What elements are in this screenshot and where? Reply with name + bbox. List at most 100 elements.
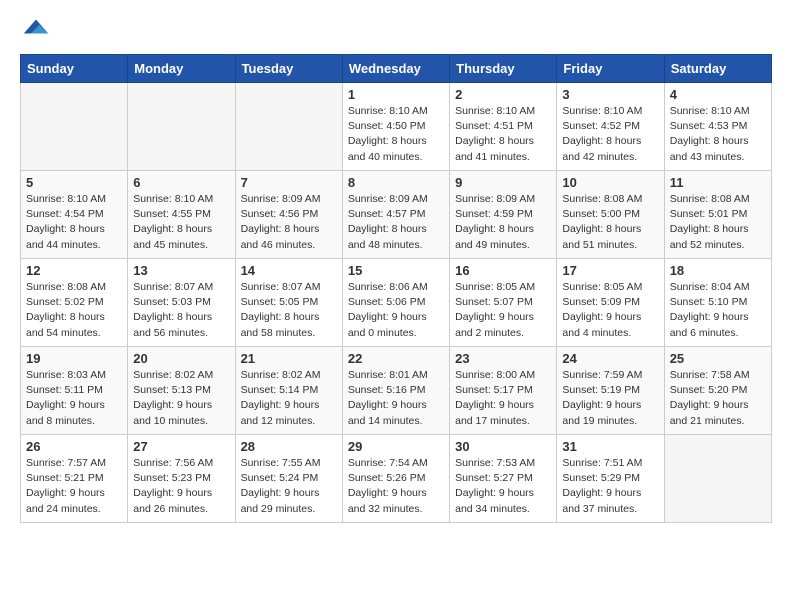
header	[20, 16, 772, 44]
day-info: Sunrise: 8:10 AM Sunset: 4:53 PM Dayligh…	[670, 104, 766, 165]
day-number: 9	[455, 175, 551, 190]
day-number: 7	[241, 175, 337, 190]
day-info: Sunrise: 8:09 AM Sunset: 4:56 PM Dayligh…	[241, 192, 337, 253]
day-number: 24	[562, 351, 658, 366]
calendar-cell: 7 Sunrise: 8:09 AM Sunset: 4:56 PM Daylig…	[235, 171, 342, 259]
day-number: 31	[562, 439, 658, 454]
day-number: 25	[670, 351, 766, 366]
day-number: 19	[26, 351, 122, 366]
calendar-header-wednesday: Wednesday	[342, 55, 449, 83]
calendar-cell: 23 Sunrise: 8:00 AM Sunset: 5:17 PM Dayli…	[450, 347, 557, 435]
day-info: Sunrise: 7:55 AM Sunset: 5:24 PM Dayligh…	[241, 456, 337, 517]
calendar-cell: 30 Sunrise: 7:53 AM Sunset: 5:27 PM Dayli…	[450, 435, 557, 523]
calendar-cell: 20Sunrise: 8:02 AM Sunset: 5:13 PM Dayli…	[128, 347, 235, 435]
calendar-cell: 14Sunrise: 8:07 AM Sunset: 5:05 PM Dayli…	[235, 259, 342, 347]
calendar-cell: 27Sunrise: 7:56 AM Sunset: 5:23 PM Dayli…	[128, 435, 235, 523]
day-info: Sunrise: 8:10 AM Sunset: 4:52 PM Dayligh…	[562, 104, 658, 165]
calendar-cell: 3 Sunrise: 8:10 AM Sunset: 4:52 PM Daylig…	[557, 83, 664, 171]
calendar-cell	[235, 83, 342, 171]
calendar-header-friday: Friday	[557, 55, 664, 83]
day-info: Sunrise: 8:03 AM Sunset: 5:11 PM Dayligh…	[26, 368, 122, 429]
day-info: Sunrise: 8:02 AM Sunset: 5:14 PM Dayligh…	[241, 368, 337, 429]
calendar-cell: 26 Sunrise: 7:57 AM Sunset: 5:21 PM Dayli…	[21, 435, 128, 523]
calendar-cell: 31 Sunrise: 7:51 AM Sunset: 5:29 PM Dayli…	[557, 435, 664, 523]
day-number: 16	[455, 263, 551, 278]
calendar-week-2: 5Sunrise: 8:10 AM Sunset: 4:54 PM Daylig…	[21, 171, 772, 259]
calendar-header-sunday: Sunday	[21, 55, 128, 83]
day-info: Sunrise: 7:54 AM Sunset: 5:26 PM Dayligh…	[348, 456, 444, 517]
day-number: 23	[455, 351, 551, 366]
day-number: 28	[241, 439, 337, 454]
day-info: Sunrise: 8:08 AM Sunset: 5:00 PM Dayligh…	[562, 192, 658, 253]
calendar-cell: 5Sunrise: 8:10 AM Sunset: 4:54 PM Daylig…	[21, 171, 128, 259]
day-info: Sunrise: 7:59 AM Sunset: 5:19 PM Dayligh…	[562, 368, 658, 429]
day-number: 30	[455, 439, 551, 454]
day-info: Sunrise: 8:06 AM Sunset: 5:06 PM Dayligh…	[348, 280, 444, 341]
calendar-cell: 24 Sunrise: 7:59 AM Sunset: 5:19 PM Dayli…	[557, 347, 664, 435]
calendar-cell: 4Sunrise: 8:10 AM Sunset: 4:53 PM Daylig…	[664, 83, 771, 171]
day-info: Sunrise: 8:01 AM Sunset: 5:16 PM Dayligh…	[348, 368, 444, 429]
day-info: Sunrise: 8:10 AM Sunset: 4:55 PM Dayligh…	[133, 192, 229, 253]
day-number: 11	[670, 175, 766, 190]
day-number: 29	[348, 439, 444, 454]
calendar-week-1: 1Sunrise: 8:10 AM Sunset: 4:50 PM Daylig…	[21, 83, 772, 171]
day-number: 2	[455, 87, 551, 102]
day-info: Sunrise: 8:09 AM Sunset: 4:57 PM Dayligh…	[348, 192, 444, 253]
day-info: Sunrise: 8:05 AM Sunset: 5:07 PM Dayligh…	[455, 280, 551, 341]
day-number: 8	[348, 175, 444, 190]
day-number: 26	[26, 439, 122, 454]
day-number: 13	[133, 263, 229, 278]
day-number: 21	[241, 351, 337, 366]
calendar-cell: 18 Sunrise: 8:04 AM Sunset: 5:10 PM Dayli…	[664, 259, 771, 347]
day-number: 15	[348, 263, 444, 278]
calendar-cell: 17 Sunrise: 8:05 AM Sunset: 5:09 PM Dayli…	[557, 259, 664, 347]
calendar-header-tuesday: Tuesday	[235, 55, 342, 83]
calendar-week-3: 12 Sunrise: 8:08 AM Sunset: 5:02 PM Dayli…	[21, 259, 772, 347]
calendar-cell: 13Sunrise: 8:07 AM Sunset: 5:03 PM Dayli…	[128, 259, 235, 347]
calendar-cell: 25 Sunrise: 7:58 AM Sunset: 5:20 PM Dayli…	[664, 347, 771, 435]
calendar-cell: 6 Sunrise: 8:10 AM Sunset: 4:55 PM Daylig…	[128, 171, 235, 259]
logo	[20, 16, 52, 44]
calendar-table: SundayMondayTuesdayWednesdayThursdayFrid…	[20, 54, 772, 523]
day-info: Sunrise: 7:51 AM Sunset: 5:29 PM Dayligh…	[562, 456, 658, 517]
calendar-cell: 11 Sunrise: 8:08 AM Sunset: 5:01 PM Dayli…	[664, 171, 771, 259]
day-info: Sunrise: 8:02 AM Sunset: 5:13 PM Dayligh…	[133, 368, 229, 429]
day-info: Sunrise: 7:58 AM Sunset: 5:20 PM Dayligh…	[670, 368, 766, 429]
day-number: 14	[241, 263, 337, 278]
day-number: 3	[562, 87, 658, 102]
calendar-cell	[664, 435, 771, 523]
calendar-cell: 10 Sunrise: 8:08 AM Sunset: 5:00 PM Dayli…	[557, 171, 664, 259]
day-number: 6	[133, 175, 229, 190]
calendar-cell: 29 Sunrise: 7:54 AM Sunset: 5:26 PM Dayli…	[342, 435, 449, 523]
calendar-cell: 16 Sunrise: 8:05 AM Sunset: 5:07 PM Dayli…	[450, 259, 557, 347]
day-info: Sunrise: 8:08 AM Sunset: 5:01 PM Dayligh…	[670, 192, 766, 253]
calendar-header-monday: Monday	[128, 55, 235, 83]
day-number: 1	[348, 87, 444, 102]
day-number: 22	[348, 351, 444, 366]
calendar-week-5: 26 Sunrise: 7:57 AM Sunset: 5:21 PM Dayli…	[21, 435, 772, 523]
day-number: 10	[562, 175, 658, 190]
calendar-cell	[128, 83, 235, 171]
calendar-cell: 2Sunrise: 8:10 AM Sunset: 4:51 PM Daylig…	[450, 83, 557, 171]
day-number: 12	[26, 263, 122, 278]
calendar-header-saturday: Saturday	[664, 55, 771, 83]
day-info: Sunrise: 8:05 AM Sunset: 5:09 PM Dayligh…	[562, 280, 658, 341]
day-info: Sunrise: 8:04 AM Sunset: 5:10 PM Dayligh…	[670, 280, 766, 341]
calendar-cell: 22 Sunrise: 8:01 AM Sunset: 5:16 PM Dayli…	[342, 347, 449, 435]
day-info: Sunrise: 7:57 AM Sunset: 5:21 PM Dayligh…	[26, 456, 122, 517]
calendar-cell: 19 Sunrise: 8:03 AM Sunset: 5:11 PM Dayli…	[21, 347, 128, 435]
day-info: Sunrise: 7:53 AM Sunset: 5:27 PM Dayligh…	[455, 456, 551, 517]
logo-icon	[22, 16, 50, 44]
page: SundayMondayTuesdayWednesdayThursdayFrid…	[0, 0, 792, 539]
calendar-cell: 15 Sunrise: 8:06 AM Sunset: 5:06 PM Dayli…	[342, 259, 449, 347]
day-info: Sunrise: 8:10 AM Sunset: 4:54 PM Dayligh…	[26, 192, 122, 253]
day-info: Sunrise: 8:08 AM Sunset: 5:02 PM Dayligh…	[26, 280, 122, 341]
day-info: Sunrise: 8:09 AM Sunset: 4:59 PM Dayligh…	[455, 192, 551, 253]
calendar-cell: 8 Sunrise: 8:09 AM Sunset: 4:57 PM Daylig…	[342, 171, 449, 259]
day-number: 18	[670, 263, 766, 278]
calendar-header-thursday: Thursday	[450, 55, 557, 83]
day-number: 17	[562, 263, 658, 278]
calendar-cell	[21, 83, 128, 171]
day-info: Sunrise: 8:00 AM Sunset: 5:17 PM Dayligh…	[455, 368, 551, 429]
calendar-header-row: SundayMondayTuesdayWednesdayThursdayFrid…	[21, 55, 772, 83]
